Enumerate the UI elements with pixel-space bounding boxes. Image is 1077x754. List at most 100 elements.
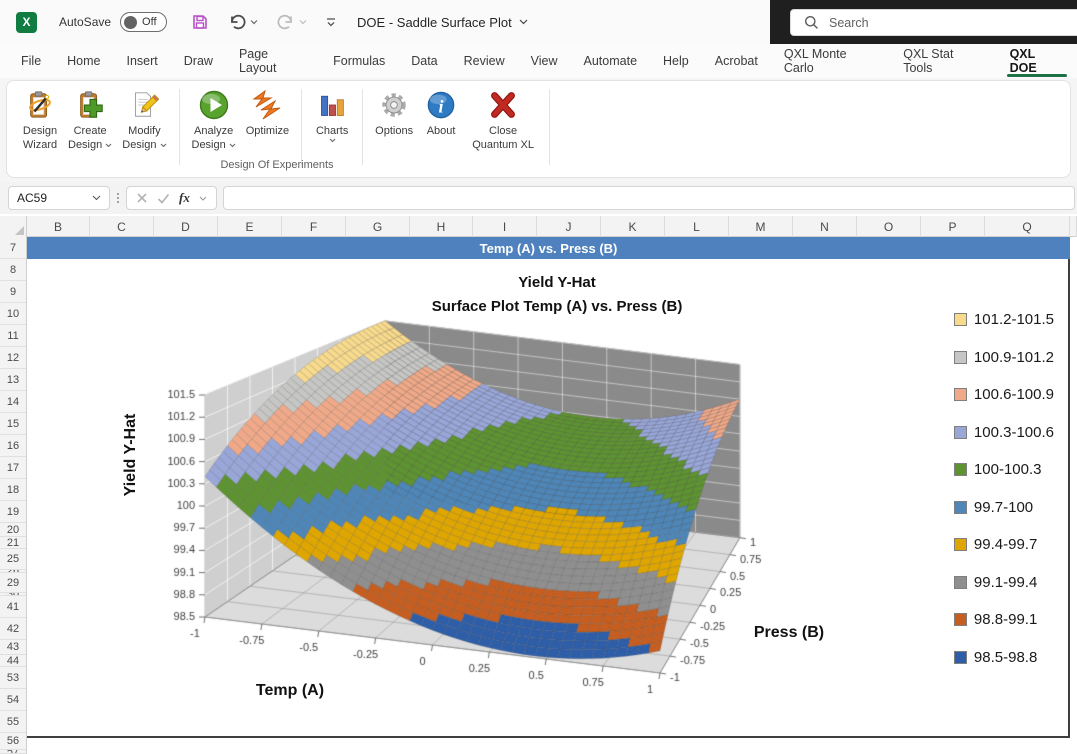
undo-button[interactable] [227,12,258,32]
row-header-41[interactable]: 41 [0,596,26,618]
row-header-19[interactable]: 19 [0,501,26,523]
row-header-14[interactable]: 14 [0,391,26,413]
legend-item[interactable]: 99.7-100 [954,501,1054,514]
cancel-icon[interactable] [136,192,148,204]
about-button[interactable]: i About [418,87,464,140]
column-header-partial[interactable] [1070,216,1077,237]
row-header-17[interactable]: 17 [0,457,26,479]
row-header-9[interactable]: 9 [0,281,26,303]
column-header-C[interactable]: C [90,216,154,237]
row-header-29[interactable]: 29 [0,573,26,593]
column-header-K[interactable]: K [601,216,665,237]
legend-item[interactable]: 100.3-100.6 [954,426,1054,439]
tab-data[interactable]: Data [398,44,450,78]
column-header-G[interactable]: G [346,216,410,237]
tab-file[interactable]: File [8,44,54,78]
legend-item[interactable]: 100.6-100.9 [954,388,1054,401]
row-header-44[interactable]: 44 [0,655,26,667]
column-header-D[interactable]: D [154,216,218,237]
legend-label: 99.7-100 [974,499,1033,516]
row-header-15[interactable]: 15 [0,413,26,435]
tab-home[interactable]: Home [54,44,113,78]
row-header-55[interactable]: 55 [0,711,26,733]
row-header-54[interactable]: 54 [0,689,26,711]
row-header-13[interactable]: 13 [0,369,26,391]
column-header-E[interactable]: E [218,216,282,237]
tab-qxl-stat-tools[interactable]: QXL Stat Tools [890,44,996,78]
legend-item[interactable]: 99.4-99.7 [954,538,1054,551]
legend-item[interactable]: 100-100.3 [954,463,1054,476]
enter-check-icon[interactable] [157,193,170,204]
surface-plot-canvas[interactable] [127,314,887,734]
row-header-56[interactable]: 56 [0,733,26,750]
tab-page-layout[interactable]: Page Layout [226,44,320,78]
design-wizard-button[interactable]: Design Wizard [17,87,63,154]
row-header-10[interactable]: 10 [0,303,26,325]
formula-bar-row: AC59 fx [0,182,1077,214]
document-title-menu[interactable]: DOE - Saddle Surface Plot [357,15,528,30]
close-quantum-xl-button[interactable]: Close Quantum XL [464,87,542,154]
column-header-Q[interactable]: Q [985,216,1070,237]
legend-item[interactable]: 101.2-101.5 [954,313,1054,326]
options-button[interactable]: Options [370,87,418,140]
tab-formulas[interactable]: Formulas [320,44,398,78]
chart-legend[interactable]: 101.2-101.5 100.9-101.2 100.6-100.9 100.3-1… [954,313,1054,688]
row-header-57[interactable]: 57 [0,750,26,754]
row-header-8[interactable]: 8 [0,259,26,281]
name-box[interactable]: AC59 [8,186,110,210]
row-header-21[interactable]: 21 [0,537,26,549]
modify-design-button[interactable]: Modify Design [117,87,171,154]
chevron-down-icon[interactable] [199,196,207,201]
column-header-I[interactable]: I [473,216,537,237]
column-header-P[interactable]: P [921,216,985,237]
analyze-design-button[interactable]: Analyze Design [187,87,241,154]
optimize-button[interactable]: Optimize [241,87,294,140]
column-header-L[interactable]: L [665,216,729,237]
tab-review[interactable]: Review [451,44,518,78]
redo-button[interactable] [276,12,307,32]
tab-insert[interactable]: Insert [114,44,171,78]
tab-view[interactable]: View [518,44,571,78]
column-header-H[interactable]: H [410,216,473,237]
column-header-F[interactable]: F [282,216,346,237]
charts-button[interactable]: Charts [309,87,355,145]
row-header-11[interactable]: 11 [0,325,26,347]
row-header-25[interactable]: 25 [0,549,26,570]
row-header-43[interactable]: 43 [0,640,26,655]
row-header-16[interactable]: 16 [0,435,26,457]
search-box[interactable]: Search [790,9,1077,36]
save-button[interactable] [191,13,209,31]
excel-app-icon[interactable]: X [16,12,37,33]
customize-quick-access-button[interactable] [325,17,337,27]
search-region: Search [770,0,1077,44]
tab-automate[interactable]: Automate [571,44,651,78]
row-header-12[interactable]: 12 [0,347,26,369]
row-header-7[interactable]: 7 [0,237,26,259]
column-header-M[interactable]: M [729,216,793,237]
legend-item[interactable]: 98.5-98.8 [954,651,1054,664]
tab-acrobat[interactable]: Acrobat [702,44,771,78]
column-header-N[interactable]: N [793,216,857,237]
legend-item[interactable]: 100.9-101.2 [954,351,1054,364]
column-header-J[interactable]: J [537,216,601,237]
create-design-button[interactable]: Create Design [63,87,117,154]
insert-function-button[interactable]: fx [179,190,190,206]
row-header-53[interactable]: 53 [0,667,26,689]
tab-draw[interactable]: Draw [171,44,226,78]
row-header-42[interactable]: 42 [0,618,26,640]
formula-input[interactable] [223,186,1075,210]
tab-help[interactable]: Help [650,44,702,78]
row-header-18[interactable]: 18 [0,479,26,501]
autosave-toggle[interactable]: Off [120,12,167,32]
select-all-corner[interactable] [0,216,27,237]
chevron-down-icon [229,143,236,148]
tab-qxl-doe[interactable]: QXL DOE [997,44,1077,78]
column-header-B[interactable]: B [27,216,90,237]
column-header-O[interactable]: O [857,216,921,237]
legend-item[interactable]: 99.1-99.4 [954,576,1054,589]
surface-chart-object[interactable]: Yield Y-Hat Surface Plot Temp (A) vs. Pr… [27,259,1070,738]
legend-item[interactable]: 98.8-99.1 [954,613,1054,626]
tab-qxl-monte-carlo[interactable]: QXL Monte Carlo [771,44,890,78]
row-header-20[interactable]: 20 [0,523,26,537]
chart-banner-cell[interactable]: Temp (A) vs. Press (B) [27,237,1070,259]
